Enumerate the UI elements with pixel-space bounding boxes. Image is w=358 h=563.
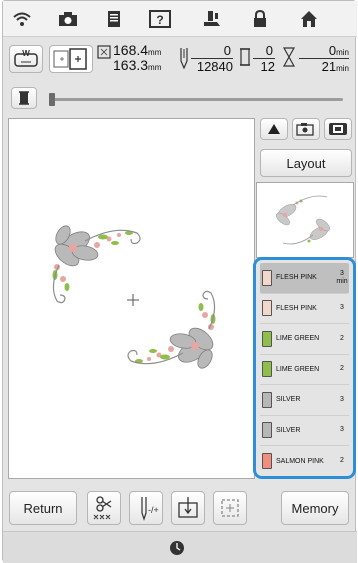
presser-foot-icon[interactable] (199, 7, 225, 31)
thread-spool-icon (262, 422, 272, 439)
scan-view-button[interactable] (324, 118, 352, 140)
trial-button[interactable] (213, 491, 247, 525)
thread-color-time: 2 (340, 365, 344, 373)
size-width: 168.4mm (113, 42, 162, 58)
lock-icon[interactable] (247, 7, 273, 31)
thread-color-row[interactable]: SILVER 3 (260, 385, 349, 416)
move-up-button[interactable] (260, 118, 288, 140)
thread-color-time: 3 (340, 304, 344, 312)
design-thumbnail (256, 182, 354, 258)
thread-color-row[interactable]: FLESH PINK 3 (260, 294, 349, 324)
hourglass-icon (282, 47, 296, 72)
embroidery-screen: ? W 168.4mm 163.3mm 0 12840 0 12 0min 21… (2, 0, 357, 563)
thread-color-button[interactable] (11, 87, 37, 109)
clock-icon[interactable] (169, 540, 185, 556)
thread-color-name: SILVER (276, 396, 301, 404)
help-icon[interactable]: ? (147, 7, 173, 31)
hoop-select-button[interactable]: W (9, 45, 43, 73)
svg-text:?: ? (156, 13, 163, 27)
stitch-progress-knob[interactable] (49, 93, 55, 106)
thread-spool-icon (262, 391, 272, 408)
thread-color-name: LIME GREEN (276, 365, 320, 373)
thread-color-name: SALMON PINK (276, 457, 324, 465)
tension-button[interactable]: -/+ (129, 491, 163, 525)
footer-bar (3, 531, 357, 563)
wifi-icon[interactable] (9, 7, 35, 31)
color-total: 12 (260, 59, 275, 74)
svg-text:-/+: -/+ (148, 505, 159, 515)
thread-color-name: FLESH PINK (276, 304, 317, 312)
camera-icon[interactable] (55, 7, 81, 31)
time-current: 0min (328, 43, 349, 58)
thread-color-name: LIME GREEN (276, 335, 320, 343)
embroidery-canvas[interactable] (8, 118, 255, 479)
thread-color-list[interactable]: FLESH PINK 3 min FLESH PINK 3 LIME GREEN … (253, 257, 356, 479)
needle-position-button[interactable] (171, 491, 205, 525)
needle-icon (179, 47, 189, 74)
thread-color-name: SILVER (276, 426, 301, 434)
center-crosshair-icon (127, 294, 139, 306)
layout-button[interactable]: Layout (260, 149, 352, 177)
thread-spool-icon (262, 453, 272, 470)
return-button[interactable]: Return (9, 491, 77, 525)
stitch-progress-track[interactable] (53, 98, 343, 101)
stitch-current: 0 (223, 43, 231, 58)
thread-color-time: 3 (340, 395, 344, 403)
thread-spool-icon (262, 300, 272, 317)
color-current: 0 (265, 43, 273, 58)
thread-color-name: FLESH PINK (276, 274, 317, 282)
thread-spool-icon (262, 269, 272, 286)
stitch-total: 12840 (196, 59, 233, 74)
color-count-icon (239, 47, 251, 72)
time-total: 21min (321, 59, 349, 74)
size-icon (97, 45, 111, 64)
thread-color-row[interactable]: LIME GREEN 2 (260, 355, 349, 385)
home-icon[interactable] (296, 7, 322, 31)
thread-color-row[interactable]: SALMON PINK 2 (260, 446, 349, 477)
thread-cut-button[interactable] (87, 491, 121, 525)
thread-color-row[interactable]: FLESH PINK 3 min (260, 263, 349, 294)
size-height: 163.3mm (113, 57, 162, 73)
device-frame: ? W 168.4mm 163.3mm 0 12840 0 12 0min 21… (0, 0, 358, 563)
thread-color-time: 3 (340, 426, 344, 434)
thread-spool-icon (262, 330, 272, 347)
thread-spool-icon (262, 361, 272, 378)
embroidery-frame-button[interactable] (49, 45, 93, 73)
camera-view-button[interactable] (292, 118, 320, 140)
thread-color-time: 2 (340, 334, 344, 342)
memory-button[interactable]: Memory (281, 491, 349, 525)
thread-color-row[interactable]: SILVER 3 (260, 416, 349, 446)
document-icon[interactable] (101, 7, 127, 31)
thread-color-row[interactable]: LIME GREEN 2 (260, 324, 349, 355)
thread-color-time: 3 min (336, 269, 348, 285)
svg-text:W: W (22, 49, 30, 58)
top-icon-bar: ? (3, 1, 357, 37)
thread-color-time: 2 (340, 457, 344, 465)
